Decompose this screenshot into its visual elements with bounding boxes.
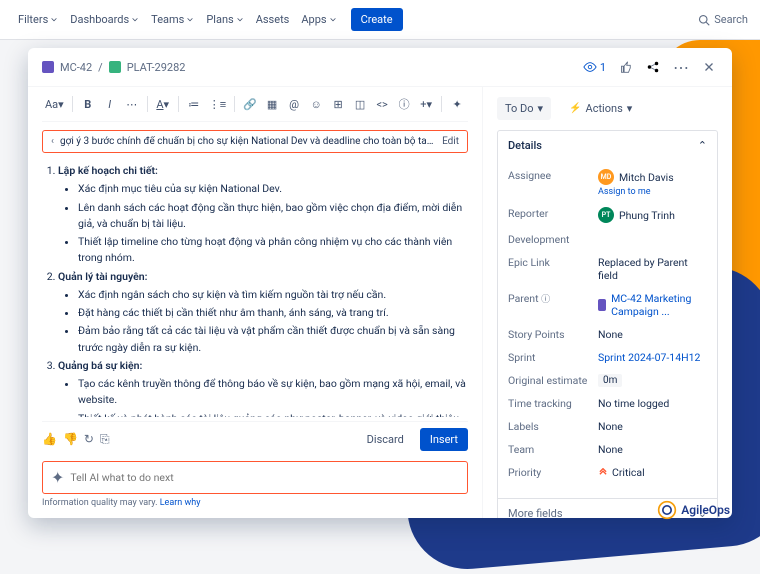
ai-prompt-text: gợi ý 3 bước chính để chuẩn bị cho sự ki… — [60, 136, 436, 147]
bold-button[interactable]: B — [78, 93, 98, 115]
priority-critical-icon — [598, 468, 608, 478]
actions-dropdown[interactable]: ⚡Actions▾ — [561, 97, 640, 120]
editor-content[interactable]: Lập kế hoạch chi tiết: Xác định mục tiêu… — [42, 161, 468, 417]
ai-icon[interactable]: ✦ — [447, 93, 467, 115]
italic-button[interactable]: I — [100, 93, 120, 115]
info-button[interactable]: ⓘ — [394, 93, 414, 115]
close-icon[interactable] — [700, 58, 718, 76]
story-points-field[interactable]: None — [598, 328, 707, 341]
ai-input-box[interactable]: ✦ — [42, 461, 468, 494]
assignee-field[interactable]: MDMitch Davis Assign to me — [598, 169, 707, 197]
search-icon — [698, 14, 710, 26]
top-nav: Filters Dashboards Teams Plans Assets Ap… — [0, 0, 760, 40]
epic-link-field: Replaced by Parent field — [598, 256, 707, 282]
editor-column: Aa▾ B I ⋯ A▾ ≔ ⋮≡ 🔗 ▦ @ ☺ ⊞ ◫ <> ⓘ +▾ — [28, 87, 482, 518]
info-icon[interactable]: ⓘ — [541, 295, 550, 305]
image-button[interactable]: ▦ — [262, 93, 282, 115]
info-text: Information quality may vary. Learn why — [42, 498, 468, 508]
labels-field[interactable]: None — [598, 420, 707, 433]
epic-badge-icon — [42, 61, 54, 73]
sparkle-icon: ✦ — [51, 468, 64, 487]
team-field[interactable]: None — [598, 443, 707, 456]
thumbs-up-icon[interactable]: 👍 — [42, 432, 57, 447]
details-column: To Do▾ ⚡Actions▾ Details⌃ Assignee MDMit… — [482, 87, 732, 518]
ai-action-row: 👍 👎 ↻ ⎘ Discard Insert — [42, 421, 468, 457]
share-icon[interactable] — [644, 58, 662, 76]
avatar: PT — [598, 207, 614, 223]
assign-to-me-link[interactable]: Assign to me — [598, 187, 674, 197]
create-button[interactable]: Create — [351, 8, 403, 31]
breadcrumb-parent[interactable]: MC-42 — [60, 61, 92, 74]
nav-filters[interactable]: Filters — [12, 9, 64, 30]
watch-button[interactable]: 1 — [583, 60, 606, 74]
nav-apps[interactable]: Apps — [295, 9, 342, 30]
heading-picker[interactable]: Aa▾ — [42, 93, 67, 115]
text-color-button[interactable]: A▾ — [153, 93, 173, 115]
reporter-field[interactable]: PTPhung Trinh — [598, 207, 707, 223]
link-button[interactable]: 🔗 — [240, 93, 260, 115]
priority-field[interactable]: Critical — [598, 466, 707, 479]
sprint-field[interactable]: Sprint 2024-07-14H12 — [598, 351, 707, 364]
ai-edit-button[interactable]: Edit — [442, 136, 459, 147]
number-list-button[interactable]: ⋮≡ — [206, 93, 229, 115]
thumbs-down-icon[interactable]: 👎 — [63, 432, 78, 447]
ai-prompt-box: ‹ gợi ý 3 bước chính để chuẩn bị cho sự … — [42, 130, 468, 153]
ai-input[interactable] — [70, 471, 459, 484]
like-icon[interactable] — [616, 58, 634, 76]
details-panel: Details⌃ Assignee MDMitch Davis Assign t… — [497, 130, 718, 518]
estimate-field[interactable]: 0m — [598, 374, 707, 387]
add-button[interactable]: +▾ — [416, 93, 436, 115]
editor-toolbar: Aa▾ B I ⋯ A▾ ≔ ⋮≡ 🔗 ▦ @ ☺ ⊞ ◫ <> ⓘ +▾ — [42, 87, 468, 122]
bullet-list-button[interactable]: ≔ — [184, 93, 204, 115]
nav-teams[interactable]: Teams — [145, 9, 200, 30]
mention-button[interactable]: @ — [284, 93, 304, 115]
chevron-left-icon[interactable]: ‹ — [51, 136, 54, 147]
nav-plans[interactable]: Plans — [200, 9, 249, 30]
modal-header: MC-42 / PLAT-29282 1 ⋯ — [28, 48, 732, 87]
retry-icon[interactable]: ↻ — [84, 432, 94, 447]
details-header[interactable]: Details⌃ — [498, 131, 717, 160]
issue-modal: MC-42 / PLAT-29282 1 ⋯ Aa▾ B I ⋯ A▾ — [28, 48, 732, 518]
more-format-button[interactable]: ⋯ — [122, 93, 142, 115]
eye-icon — [583, 60, 597, 74]
layout-button[interactable]: ◫ — [350, 93, 370, 115]
discard-button[interactable]: Discard — [359, 428, 412, 451]
story-badge-icon — [109, 61, 121, 73]
avatar: MD — [598, 169, 614, 185]
code-button[interactable]: <> — [372, 93, 392, 115]
brand-watermark: AgileOps — [657, 500, 730, 520]
brand-logo-icon — [657, 500, 677, 520]
insert-button[interactable]: Insert — [420, 428, 468, 451]
table-button[interactable]: ⊞ — [328, 93, 348, 115]
copy-icon[interactable]: ⎘ — [100, 432, 110, 447]
chevron-up-icon: ⌃ — [698, 139, 707, 152]
more-icon[interactable]: ⋯ — [672, 58, 690, 76]
time-tracking-field[interactable]: No time logged — [598, 397, 707, 410]
breadcrumb-issue[interactable]: PLAT-29282 — [127, 61, 186, 74]
epic-badge-icon — [598, 299, 606, 311]
parent-field[interactable]: MC-42 Marketing Campaign ... — [598, 292, 707, 318]
nav-dashboards[interactable]: Dashboards — [64, 9, 145, 30]
emoji-button[interactable]: ☺ — [306, 93, 326, 115]
status-dropdown[interactable]: To Do▾ — [497, 97, 551, 120]
search-box[interactable]: Search — [698, 13, 748, 26]
nav-assets[interactable]: Assets — [250, 9, 296, 30]
learn-why-link[interactable]: Learn why — [160, 498, 201, 508]
